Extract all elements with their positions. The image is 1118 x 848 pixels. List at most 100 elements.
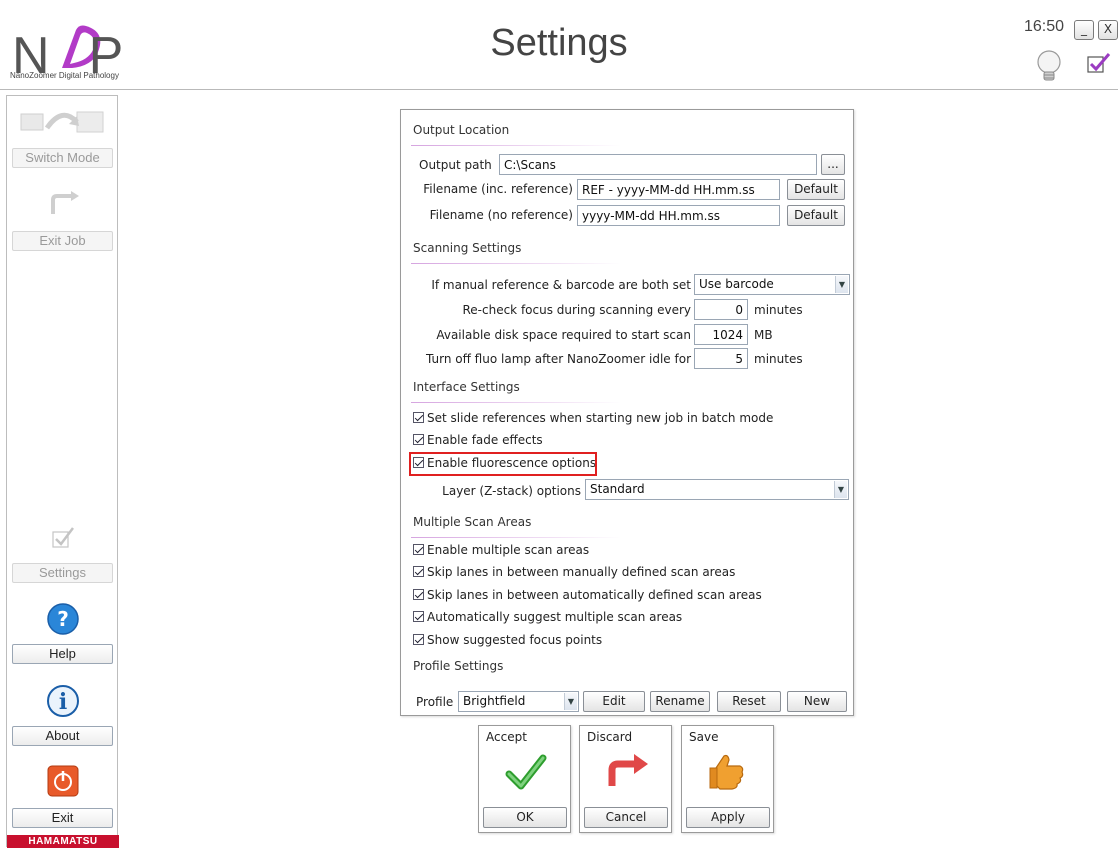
svg-text:?: ? xyxy=(57,607,69,631)
slide-refs-checkbox[interactable]: Set slide references when starting new j… xyxy=(413,409,773,427)
fluorescence-highlight-box xyxy=(409,452,597,476)
page-title: Settings xyxy=(490,22,628,64)
fade-effects-checkbox[interactable]: Enable fade effects xyxy=(413,431,543,449)
filename-ref-label: Filename (inc. reference) xyxy=(423,182,573,196)
checkbox-checked-icon[interactable] xyxy=(413,544,424,555)
enable-multiple-label: Enable multiple scan areas xyxy=(427,543,590,557)
settings-icon xyxy=(52,527,74,548)
profile-reset-button[interactable]: Reset xyxy=(717,691,781,712)
checkbox-checked-icon[interactable] xyxy=(413,611,424,622)
chevron-down-icon[interactable]: ▼ xyxy=(564,693,577,710)
hamamatsu-brand: HAMAMATSU xyxy=(7,835,119,848)
fade-effects-label: Enable fade effects xyxy=(427,433,543,447)
scanning-settings-title: Scanning Settings xyxy=(413,241,522,255)
suggest-areas-label: Automatically suggest multiple scan area… xyxy=(427,610,683,624)
filename-noref-field[interactable] xyxy=(577,205,780,226)
clock: 16:50 xyxy=(1024,18,1065,35)
accept-tile: Accept OK xyxy=(478,725,571,833)
fluo-lamp-field[interactable] xyxy=(694,348,748,369)
skip-manual-checkbox[interactable]: Skip lanes in between manually defined s… xyxy=(413,563,735,581)
chevron-down-icon[interactable]: ▼ xyxy=(834,481,847,498)
layer-options-value: Standard xyxy=(590,482,645,496)
chevron-down-icon[interactable]: ▼ xyxy=(835,276,848,293)
profile-edit-button[interactable]: Edit xyxy=(583,691,645,712)
checkbox-checked-icon[interactable] xyxy=(413,434,424,445)
filename-noref-default-button[interactable]: Default xyxy=(787,205,845,226)
profile-settings-title: Profile Settings xyxy=(413,659,504,673)
profile-new-button[interactable]: New xyxy=(787,691,847,712)
layer-options-select[interactable]: Standard ▼ xyxy=(585,479,849,500)
accept-title: Accept xyxy=(486,730,527,744)
section-divider xyxy=(411,402,621,403)
suggest-areas-checkbox[interactable]: Automatically suggest multiple scan area… xyxy=(413,608,682,626)
focus-points-checkbox[interactable]: Show suggested focus points xyxy=(413,631,602,649)
close-button[interactable]: X xyxy=(1098,20,1118,40)
exit-job-button[interactable]: Exit Job xyxy=(12,231,113,251)
slide-refs-label: Set slide references when starting new j… xyxy=(427,411,774,425)
about-button[interactable]: About xyxy=(12,726,113,746)
undo-arrow-icon xyxy=(608,754,648,786)
svg-text:i: i xyxy=(59,689,67,715)
profile-label: Profile xyxy=(416,695,454,709)
discard-title: Discard xyxy=(587,730,633,744)
filename-ref-field[interactable] xyxy=(577,179,780,200)
filename-noref-label: Filename (no reference) xyxy=(429,208,573,222)
profile-select[interactable]: Brightfield ▼ xyxy=(458,691,579,712)
checkmark-icon xyxy=(505,754,547,790)
recheck-field[interactable] xyxy=(694,299,748,320)
fluo-lamp-label: Turn off fluo lamp after NanoZoomer idle… xyxy=(426,352,691,366)
checkbox-checked-icon[interactable] xyxy=(413,566,424,577)
enable-multiple-checkbox[interactable]: Enable multiple scan areas xyxy=(413,541,589,559)
disk-space-unit: MB xyxy=(754,328,773,342)
lightbulb-icon[interactable] xyxy=(1036,50,1062,84)
exit-job-icon xyxy=(51,191,79,214)
skip-auto-checkbox[interactable]: Skip lanes in between automatically defi… xyxy=(413,586,762,604)
settings-check-icon[interactable] xyxy=(1087,52,1111,74)
logo-subtitle: NanoZoomer Digital Pathology xyxy=(10,71,119,80)
skip-manual-label: Skip lanes in between manually defined s… xyxy=(427,565,736,579)
focus-points-label: Show suggested focus points xyxy=(427,633,603,647)
manual-ref-label: If manual reference & barcode are both s… xyxy=(431,278,691,292)
sidebar: Switch Mode Exit Job Settings ? Help i A… xyxy=(6,95,119,848)
fluo-lamp-unit: minutes xyxy=(754,352,803,366)
output-path-label: Output path xyxy=(419,158,492,172)
profile-value: Brightfield xyxy=(463,694,526,708)
checkbox-checked-icon[interactable] xyxy=(413,634,424,645)
checkbox-checked-icon[interactable] xyxy=(413,589,424,600)
section-divider xyxy=(411,145,621,146)
app-header: NP NanoZoomer Digital Pathology Settings… xyxy=(0,0,1118,90)
cancel-button[interactable]: Cancel xyxy=(584,807,668,828)
ok-button[interactable]: OK xyxy=(483,807,567,828)
checkbox-checked-icon[interactable] xyxy=(413,412,424,423)
info-icon: i xyxy=(47,685,79,717)
help-icon: ? xyxy=(47,603,79,635)
switch-mode-button[interactable]: Switch Mode xyxy=(12,148,113,168)
power-icon xyxy=(47,765,79,797)
section-divider xyxy=(411,263,621,264)
discard-tile: Discard Cancel xyxy=(579,725,672,833)
output-location-title: Output Location xyxy=(413,123,510,137)
layer-options-label: Layer (Z-stack) options xyxy=(442,484,581,498)
exit-button[interactable]: Exit xyxy=(12,808,113,828)
manual-ref-value: Use barcode xyxy=(699,277,774,291)
filename-ref-default-button[interactable]: Default xyxy=(787,179,845,200)
minimize-button[interactable]: _ xyxy=(1074,20,1094,40)
profile-rename-button[interactable]: Rename xyxy=(650,691,710,712)
recheck-label: Re-check focus during scanning every xyxy=(462,303,691,317)
output-path-field[interactable] xyxy=(499,154,817,175)
thumbs-up-icon xyxy=(709,754,744,790)
browse-button[interactable]: ... xyxy=(821,154,845,175)
skip-auto-label: Skip lanes in between automatically defi… xyxy=(427,588,762,602)
recheck-unit: minutes xyxy=(754,303,803,317)
settings-panel: Output Location Output path ... Filename… xyxy=(400,109,854,716)
apply-button[interactable]: Apply xyxy=(686,807,770,828)
section-divider xyxy=(411,537,621,538)
switch-mode-icon xyxy=(20,111,104,133)
disk-space-field[interactable] xyxy=(694,324,748,345)
help-button[interactable]: Help xyxy=(12,644,113,664)
manual-ref-select[interactable]: Use barcode ▼ xyxy=(694,274,850,295)
disk-space-label: Available disk space required to start s… xyxy=(436,328,691,342)
multiple-scan-areas-title: Multiple Scan Areas xyxy=(413,515,532,529)
settings-button[interactable]: Settings xyxy=(12,563,113,583)
save-tile: Save Apply xyxy=(681,725,774,833)
